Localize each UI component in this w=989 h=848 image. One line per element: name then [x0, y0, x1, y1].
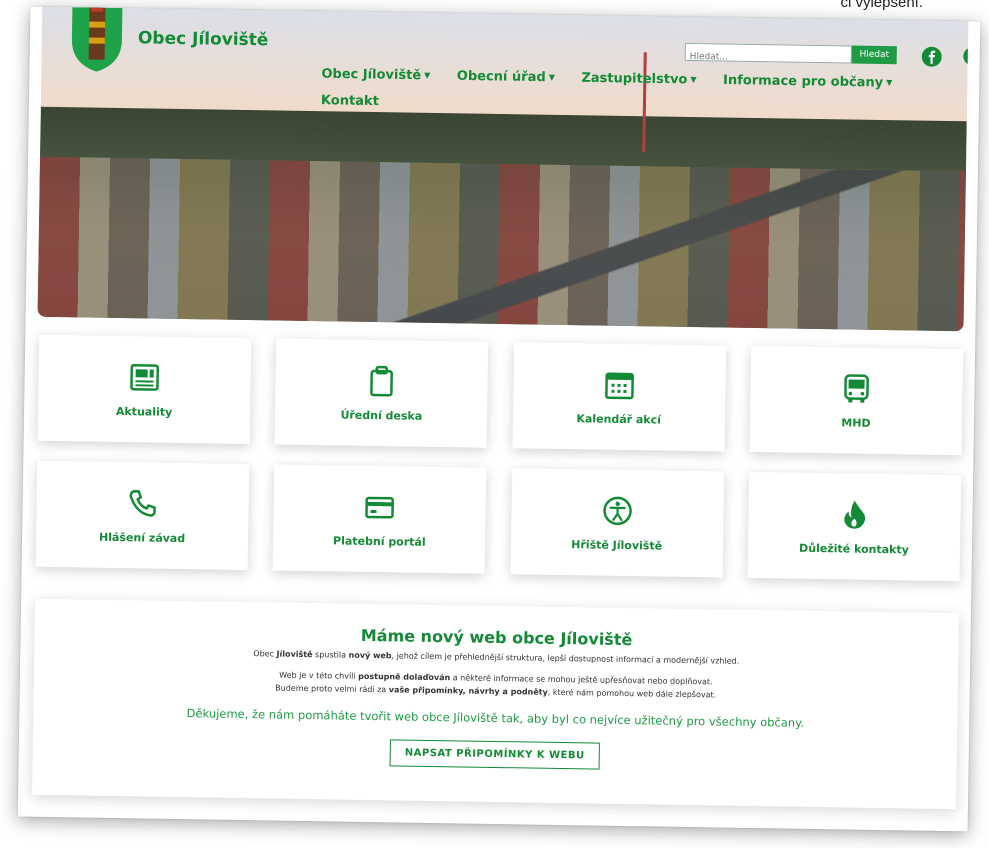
site-title[interactable]: Obec Jíloviště: [138, 28, 269, 50]
hero-banner: Obec Jíloviště Hledat Obec Jíloviště▼ Ob…: [37, 6, 969, 332]
write-feedback-button[interactable]: NAPSAT PŘIPOMÍNKY K WEBU: [389, 739, 600, 770]
tile-platebni-portal[interactable]: Platební portál: [272, 464, 487, 574]
nav-item-informace[interactable]: Informace pro občany ▼: [723, 67, 893, 96]
announcement-thanks: Děkujeme, že nám pomáháte tvořit web obc…: [186, 706, 805, 730]
chevron-down-icon: ▼: [886, 78, 893, 88]
main-navigation: Obec Jíloviště ▼ Obecní úřad ▼ Zastupitels…: [321, 61, 962, 124]
tile-mhd[interactable]: MHD: [749, 345, 964, 456]
tile-kalendar-akci[interactable]: Kalendář akcí: [512, 342, 726, 452]
chevron-down-icon: ▼: [690, 74, 697, 85]
chevron-down-icon: ▼: [548, 72, 555, 82]
nav-item-obecni-urad[interactable]: Obecní úřad ▼: [457, 63, 555, 91]
calendar-icon: [604, 371, 634, 399]
announcement-body: Web je v této chvíli postupně dolaďován …: [275, 670, 717, 700]
newspaper-icon: [130, 363, 160, 391]
bus-icon: [844, 373, 869, 403]
tile-uredni-deska[interactable]: Úřední deska: [274, 338, 489, 448]
quick-links: Aktuality Úřední deska Kalendář akcí MHD…: [35, 334, 964, 601]
announcement-box: Máme nový web obce Jíloviště Obec Jílovi…: [32, 598, 960, 810]
tile-hlaseni-zavad[interactable]: Hlášení závad: [35, 460, 250, 571]
search-field: [684, 42, 852, 68]
chevron-down-icon: ▼: [424, 70, 431, 80]
tile-hriste[interactable]: Hřiště Jíloviště: [510, 468, 724, 578]
credit-card-icon: [365, 496, 395, 519]
nav-item-obec[interactable]: Obec Jíloviště ▼: [321, 61, 430, 89]
corner-text: ci vylepšení.: [840, 0, 923, 11]
nav-item-kontakt[interactable]: Kontakt: [321, 88, 379, 115]
dark-mode-moon-icon[interactable]: [960, 45, 969, 67]
phone-icon: [129, 489, 156, 517]
accessibility-icon: [602, 496, 632, 525]
facebook-icon[interactable]: [921, 46, 942, 67]
coat-of-arms-logo[interactable]: [69, 6, 124, 72]
tile-aktuality[interactable]: Aktuality: [37, 334, 252, 445]
search-button[interactable]: Hledat: [851, 45, 897, 65]
tile-dulezite-kontakty[interactable]: Důležité kontakty: [747, 471, 962, 582]
search-input[interactable]: [685, 48, 851, 68]
nav-item-zastupitelstvo[interactable]: Zastupitelstvo ▼: [581, 65, 697, 93]
fire-icon: [844, 500, 866, 529]
clipboard-icon: [370, 365, 394, 397]
page: Obec Jíloviště Hledat Obec Jíloviště▼ Ob…: [17, 6, 981, 832]
